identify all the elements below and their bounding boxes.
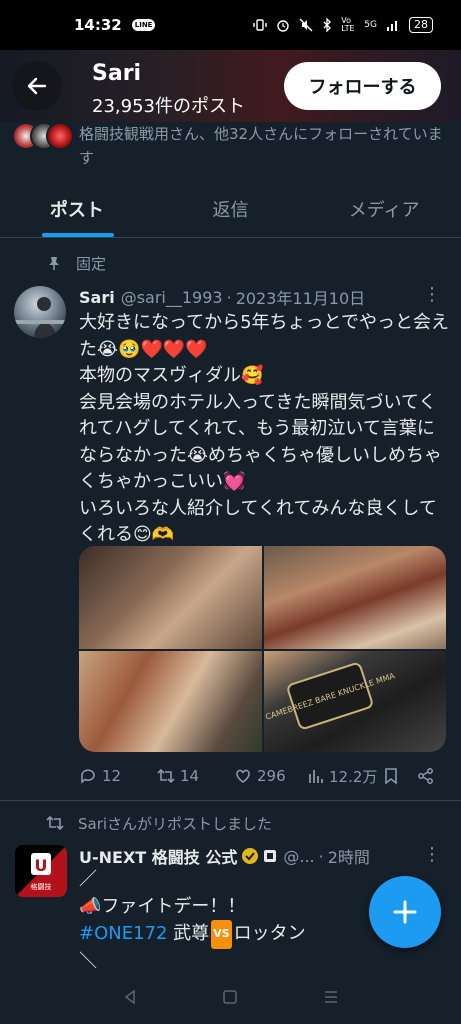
cap-patch: CAMEBREEZ BARE KNUCKLE MMA	[264, 662, 397, 730]
tab-replies[interactable]: 返信	[154, 180, 308, 237]
views-button[interactable]: 12.2万	[308, 764, 377, 788]
more-options-icon[interactable]: ⋮	[423, 846, 441, 864]
tweet-time[interactable]: 2時間	[328, 844, 370, 868]
avatar[interactable]: U 格闘技	[15, 845, 67, 897]
tweet-actions: 12 14 296 12.2万	[79, 764, 439, 788]
repost-indicator[interactable]: Sariさんがリポストしました	[46, 811, 272, 835]
share-icon	[418, 768, 433, 784]
system-nav-bar	[0, 970, 461, 1024]
text-fragment: ロッタン	[233, 923, 306, 944]
repost-icon	[46, 815, 64, 831]
text-fragment: 武尊	[167, 923, 210, 944]
tweet-author-name[interactable]: Sari	[79, 288, 115, 307]
repost-count: 14	[180, 767, 200, 785]
status-bar: 14:32 LINE Vo LTE 5G 28	[0, 0, 461, 50]
repost-button[interactable]: 14	[157, 764, 199, 788]
arrow-left-icon	[27, 77, 47, 95]
text-line: ／	[79, 869, 97, 890]
tweet-author-name[interactable]: U-NEXT 格闘技 公式	[79, 844, 237, 868]
profile-name: Sari	[92, 61, 142, 86]
tweet-author-handle[interactable]: @sari__1993	[121, 288, 223, 307]
line-notification-icon: LINE	[131, 19, 156, 31]
more-options-icon[interactable]: ⋮	[423, 286, 441, 304]
tweet-media-grid: CAMEBREEZ BARE KNUCKLE MMA	[79, 546, 446, 752]
media-photo-2[interactable]	[264, 546, 446, 649]
tweet-author-handle[interactable]: @...	[283, 847, 314, 866]
reply-button[interactable]: 12	[79, 764, 121, 788]
views-icon	[309, 770, 323, 783]
tweet-text: 大好きになってから5年ちょっとでやっと会えた😭🥹❤️❤️❤️ 本物のマスヴィダル…	[79, 312, 450, 545]
text-line: 📣ファイトデー！！	[79, 895, 246, 917]
back-button[interactable]	[12, 61, 62, 111]
alarm-icon	[277, 20, 289, 32]
text-line: ＼	[79, 950, 97, 972]
post-count: 23,953件のポスト	[92, 96, 245, 117]
vs-emoji: VS	[211, 920, 232, 949]
status-time: 14:32	[74, 16, 122, 34]
avatar[interactable]	[14, 286, 66, 338]
repost-label: Sariさんがリポストしました	[78, 814, 273, 833]
unext-logo: U 格闘技	[15, 845, 67, 897]
views-count: 12.2万	[329, 767, 378, 786]
hashtag-link[interactable]: #ONE172	[79, 923, 167, 944]
reply-icon	[81, 769, 95, 784]
follow-button[interactable]: フォローする	[284, 62, 441, 110]
separator-dot: ·	[318, 846, 324, 866]
bookmark-icon	[385, 768, 397, 785]
tweet-divider	[0, 800, 461, 801]
network-icon: 5G	[364, 20, 377, 30]
follower-avatar	[46, 122, 74, 150]
tweet-header: Sari @sari__1993 · 2023年11月10日	[79, 285, 449, 309]
volte-icon: Vo LTE	[341, 16, 355, 33]
compose-button[interactable]	[369, 876, 441, 948]
bookmark-button[interactable]	[383, 764, 399, 788]
avatar-photo	[14, 297, 66, 338]
share-button[interactable]	[417, 764, 435, 788]
vibrate-icon	[253, 19, 267, 31]
tweet-header: U-NEXT 格闘技 公式 @... · 2時間	[79, 844, 449, 868]
battery-icon: 28	[409, 17, 433, 33]
followers-text: 格闘技観戦用さん、他32人さんにフォローされています	[79, 125, 443, 167]
repost-icon	[157, 768, 175, 784]
reply-count: 12	[102, 767, 122, 785]
like-button[interactable]: 296	[234, 764, 286, 788]
unext-logo-letter: U	[35, 856, 48, 875]
nav-home-icon[interactable]	[222, 989, 238, 1005]
separator-dot: ·	[226, 287, 232, 307]
tab-media[interactable]: メディア	[307, 180, 461, 237]
like-count: 296	[257, 767, 286, 785]
media-photo-1[interactable]	[79, 546, 262, 649]
pin-icon	[49, 257, 59, 270]
media-photo-3[interactable]	[79, 651, 262, 752]
tab-posts[interactable]: ポスト	[0, 180, 154, 237]
signal-icon	[387, 21, 397, 31]
bluetooth-icon	[323, 18, 332, 32]
nav-back-icon[interactable]	[122, 989, 138, 1005]
profile-header: Sari 23,953件のポスト フォローする	[0, 50, 461, 122]
pinned-label: 固定	[76, 254, 107, 273]
mute-icon	[299, 18, 313, 32]
status-icons: Vo LTE 5G 28	[253, 17, 433, 33]
plus-icon	[393, 900, 417, 924]
verified-gold-icon	[242, 848, 259, 864]
followers-you-know[interactable]: 格闘技観戦用さん、他32人さんにフォローされています	[0, 122, 461, 170]
profile-tabs: ポスト 返信 メディア	[0, 180, 461, 238]
pinned-indicator: 固定	[46, 250, 106, 276]
affiliate-badge-icon	[264, 850, 277, 862]
heart-icon	[236, 769, 250, 783]
media-photo-4[interactable]: CAMEBREEZ BARE KNUCKLE MMA	[264, 651, 446, 752]
unext-logo-caption: 格闘技	[31, 882, 52, 891]
tweet-date[interactable]: 2023年11月10日	[236, 285, 365, 309]
nav-recents-icon[interactable]	[323, 989, 339, 1005]
